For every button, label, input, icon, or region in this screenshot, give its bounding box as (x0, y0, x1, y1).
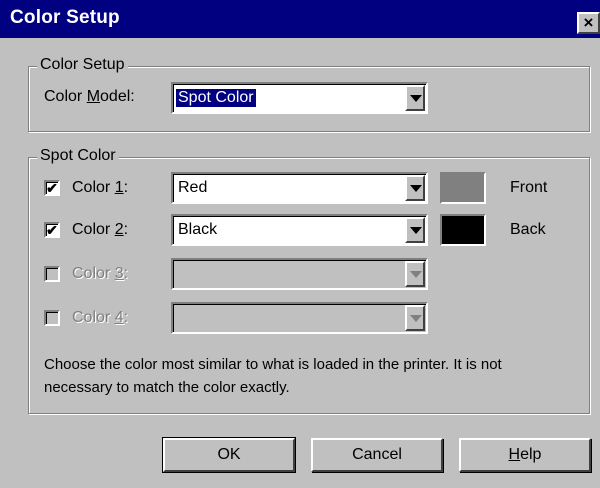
color-2-checkbox[interactable]: ✔ (44, 222, 60, 238)
color-setup-dialog: Color Setup × Color Setup Color Model: S… (0, 0, 600, 488)
color-2-select[interactable]: Black (171, 214, 428, 246)
color-model-label-post: odel: (100, 88, 135, 105)
chevron-down-icon[interactable] (405, 85, 425, 111)
color-3-label-post: : (123, 265, 129, 282)
color-2-label: Color 2: (72, 221, 128, 239)
help-text-line-2: necessary to match the color exactly. (44, 379, 290, 396)
color-3-label: Color 3: (72, 265, 128, 283)
color-1-value: Red (178, 179, 208, 196)
close-icon: × (583, 13, 594, 32)
color-4-label-pre: Color (72, 309, 115, 326)
back-label: Back (510, 221, 546, 238)
color-1-select[interactable]: Red (171, 172, 428, 204)
color-3-select[interactable] (171, 258, 428, 290)
cancel-button[interactable]: Cancel (311, 438, 443, 472)
color-1-swatch (440, 172, 486, 204)
color-1-label: Color 1: (72, 179, 128, 197)
spot-color-group-label: Spot Color (37, 147, 119, 165)
color-3-label-accel: 3 (114, 265, 124, 282)
check-icon: ✔ (46, 222, 58, 238)
color-2-value: Black (178, 221, 218, 238)
color-4-select[interactable] (171, 302, 428, 334)
color-4-label-post: : (123, 309, 129, 326)
color-4-checkbox[interactable] (44, 310, 60, 326)
color-1-label-post: : (123, 179, 129, 196)
color-model-value: Spot Color (176, 89, 256, 107)
check-icon: ✔ (46, 180, 58, 196)
help-text-line-1: Choose the color most similar to what is… (44, 356, 502, 373)
color-model-label-pre: Color (44, 88, 87, 105)
help-button-accel: H (508, 446, 521, 463)
color-2-label-pre: Color (72, 221, 115, 238)
color-1-checkbox[interactable]: ✔ (44, 180, 60, 196)
front-label: Front (510, 179, 548, 196)
color-1-label-accel: 1 (114, 179, 124, 196)
color-4-label-accel: 4 (114, 309, 124, 326)
help-button-rest: elp (520, 446, 542, 463)
title-bar[interactable]: Color Setup × (0, 0, 600, 38)
color-1-label-pre: Color (72, 179, 115, 196)
color-model-select[interactable]: Spot Color (171, 82, 428, 114)
color-model-label-accel: M (86, 88, 101, 105)
chevron-down-icon[interactable] (405, 217, 425, 243)
color-setup-group-label: Color Setup (37, 56, 128, 74)
chevron-down-icon[interactable] (405, 305, 425, 331)
window-title: Color Setup (10, 7, 120, 28)
chevron-down-icon[interactable] (405, 261, 425, 287)
color-3-label-pre: Color (72, 265, 115, 282)
close-button[interactable]: × (577, 12, 600, 34)
chevron-down-icon[interactable] (405, 175, 425, 201)
color-4-label: Color 4: (72, 309, 128, 327)
color-2-label-post: : (123, 221, 129, 238)
ok-button[interactable]: OK (162, 437, 296, 473)
color-model-label: Color Model: (44, 88, 135, 106)
color-2-label-accel: 2 (114, 221, 124, 238)
color-2-swatch (440, 214, 486, 246)
help-button[interactable]: Help (459, 438, 591, 472)
color-3-checkbox[interactable] (44, 266, 60, 282)
